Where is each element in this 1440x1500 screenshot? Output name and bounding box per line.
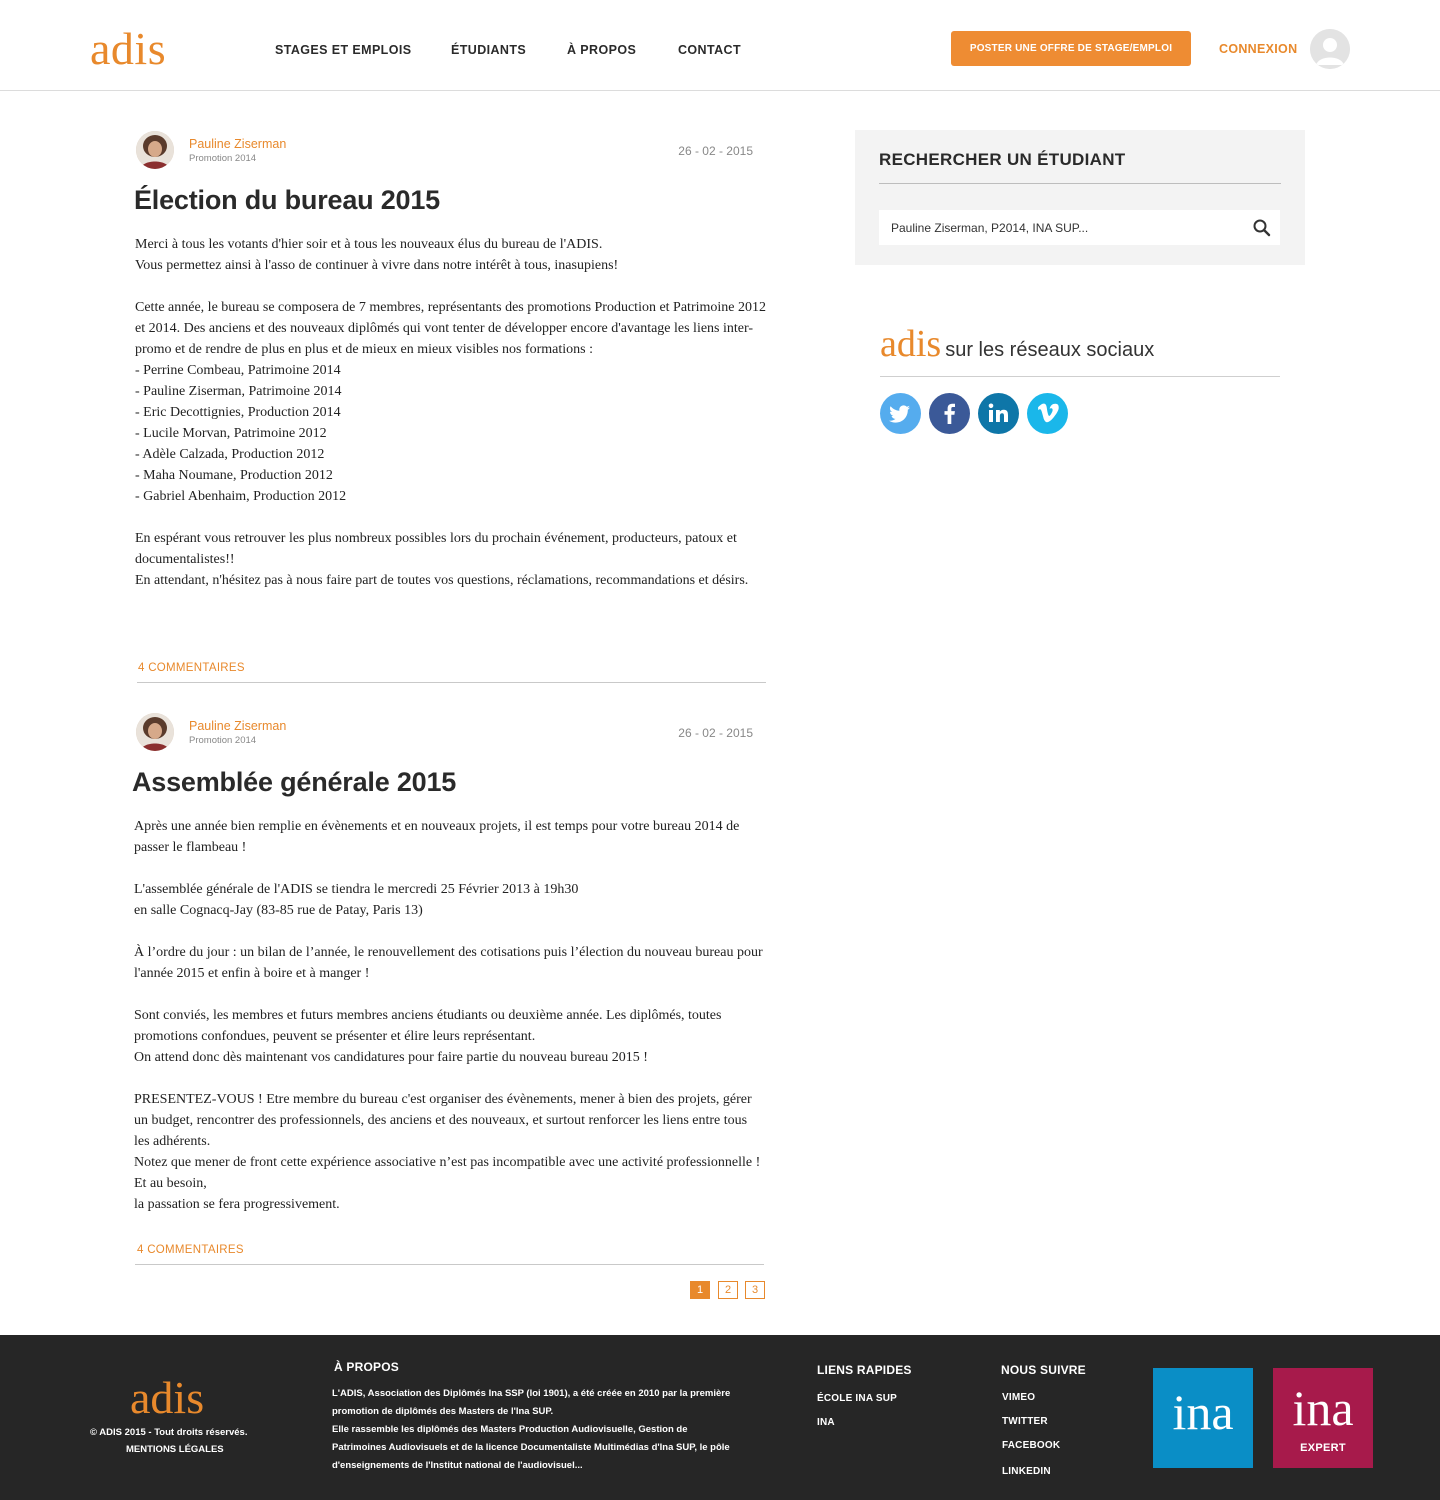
ina-expert-label: EXPERT	[1300, 1442, 1346, 1454]
pagination-page-1[interactable]: 1	[690, 1281, 710, 1299]
search-divider	[879, 183, 1281, 184]
footer-link-vimeo[interactable]: VIMEO	[1002, 1392, 1035, 1403]
user-avatar-icon[interactable]	[1310, 29, 1350, 69]
legal-notice-link[interactable]: MENTIONS LÉGALES	[126, 1444, 224, 1455]
footer-quick-links-title: LIENS RAPIDES	[817, 1363, 912, 1377]
author-avatar[interactable]	[136, 713, 174, 751]
twitter-icon[interactable]	[880, 393, 921, 434]
author-promotion: Promotion 2014	[189, 153, 257, 164]
author-name[interactable]: Pauline Ziserman	[189, 137, 286, 151]
author-avatar[interactable]	[136, 131, 174, 169]
footer-link-linkedin[interactable]: LINKEDIN	[1002, 1466, 1051, 1477]
site-footer: adis © ADIS 2015 - Tout droits réservés.…	[0, 1335, 1440, 1500]
author-name[interactable]: Pauline Ziserman	[189, 719, 286, 733]
social-heading: adis sur les réseaux sociaux	[880, 322, 1154, 366]
post-offer-button[interactable]: POSTER UNE OFFRE DE STAGE/EMPLOI	[951, 31, 1191, 66]
student-search-panel: RECHERCHER UN ÉTUDIANT	[855, 130, 1305, 265]
nav-a-propos[interactable]: À PROPOS	[567, 43, 636, 57]
social-heading-text: sur les réseaux sociaux	[945, 339, 1155, 361]
footer-follow-title: NOUS SUIVRE	[1001, 1363, 1086, 1377]
post-date: 26 - 02 - 2015	[678, 726, 753, 740]
login-link[interactable]: CONNEXION	[1219, 42, 1297, 56]
author-promotion: Promotion 2014	[189, 735, 257, 746]
pagination-page-3[interactable]: 3	[745, 1281, 765, 1299]
nav-stages-emplois[interactable]: STAGES ET EMPLOIS	[275, 43, 411, 57]
social-logo: adis	[880, 323, 942, 365]
vimeo-icon[interactable]	[1027, 393, 1068, 434]
facebook-icon[interactable]	[929, 393, 970, 434]
footer-copyright: © ADIS 2015 - Tout droits réservés.	[90, 1427, 248, 1438]
ina-expert-logo-text: ina	[1292, 1380, 1354, 1436]
ina-logo[interactable]: ina	[1153, 1368, 1253, 1468]
site-header: adis STAGES ET EMPLOIS ÉTUDIANTS À PROPO…	[0, 0, 1440, 91]
footer-about-text: L'ADIS, Association des Diplômés Ina SSP…	[332, 1388, 731, 1471]
student-search-input[interactable]	[879, 210, 1280, 245]
post-title[interactable]: Élection du bureau 2015	[134, 185, 440, 216]
post-body: Après une année bien remplie en évènemen…	[134, 819, 763, 1212]
footer-about-title: À PROPOS	[334, 1360, 399, 1374]
footer-link-ina[interactable]: INA	[817, 1417, 835, 1428]
post-date: 26 - 02 - 2015	[678, 144, 753, 158]
post-divider	[135, 1264, 764, 1265]
post-body: Merci à tous les votants d'hier soir et …	[135, 237, 766, 588]
post-divider	[137, 682, 766, 683]
pagination-page-2[interactable]: 2	[718, 1281, 738, 1299]
ina-expert-logo[interactable]: ina EXPERT	[1273, 1368, 1373, 1468]
footer-link-facebook[interactable]: FACEBOOK	[1002, 1440, 1060, 1451]
footer-link-twitter[interactable]: TWITTER	[1002, 1416, 1048, 1427]
nav-contact[interactable]: CONTACT	[678, 43, 741, 57]
footer-link-ecole-ina-sup[interactable]: ÉCOLE INA SUP	[817, 1393, 897, 1404]
post-title[interactable]: Assemblée générale 2015	[132, 767, 456, 798]
social-divider	[880, 376, 1280, 377]
search-title: RECHERCHER UN ÉTUDIANT	[879, 150, 1126, 169]
nav-etudiants[interactable]: ÉTUDIANTS	[451, 43, 526, 57]
post-card: Pauline Ziserman Promotion 2014 26 - 02 …	[132, 713, 766, 1268]
site-logo[interactable]: adis	[90, 24, 166, 74]
search-icon[interactable]	[1252, 218, 1272, 238]
ina-logo-text: ina	[1172, 1384, 1234, 1440]
comments-link[interactable]: 4 COMMENTAIRES	[138, 662, 245, 674]
linkedin-icon[interactable]	[978, 393, 1019, 434]
footer-logo[interactable]: adis	[130, 1373, 204, 1423]
comments-link[interactable]: 4 COMMENTAIRES	[137, 1244, 244, 1256]
post-card: Pauline Ziserman Promotion 2014 26 - 02 …	[134, 131, 766, 686]
